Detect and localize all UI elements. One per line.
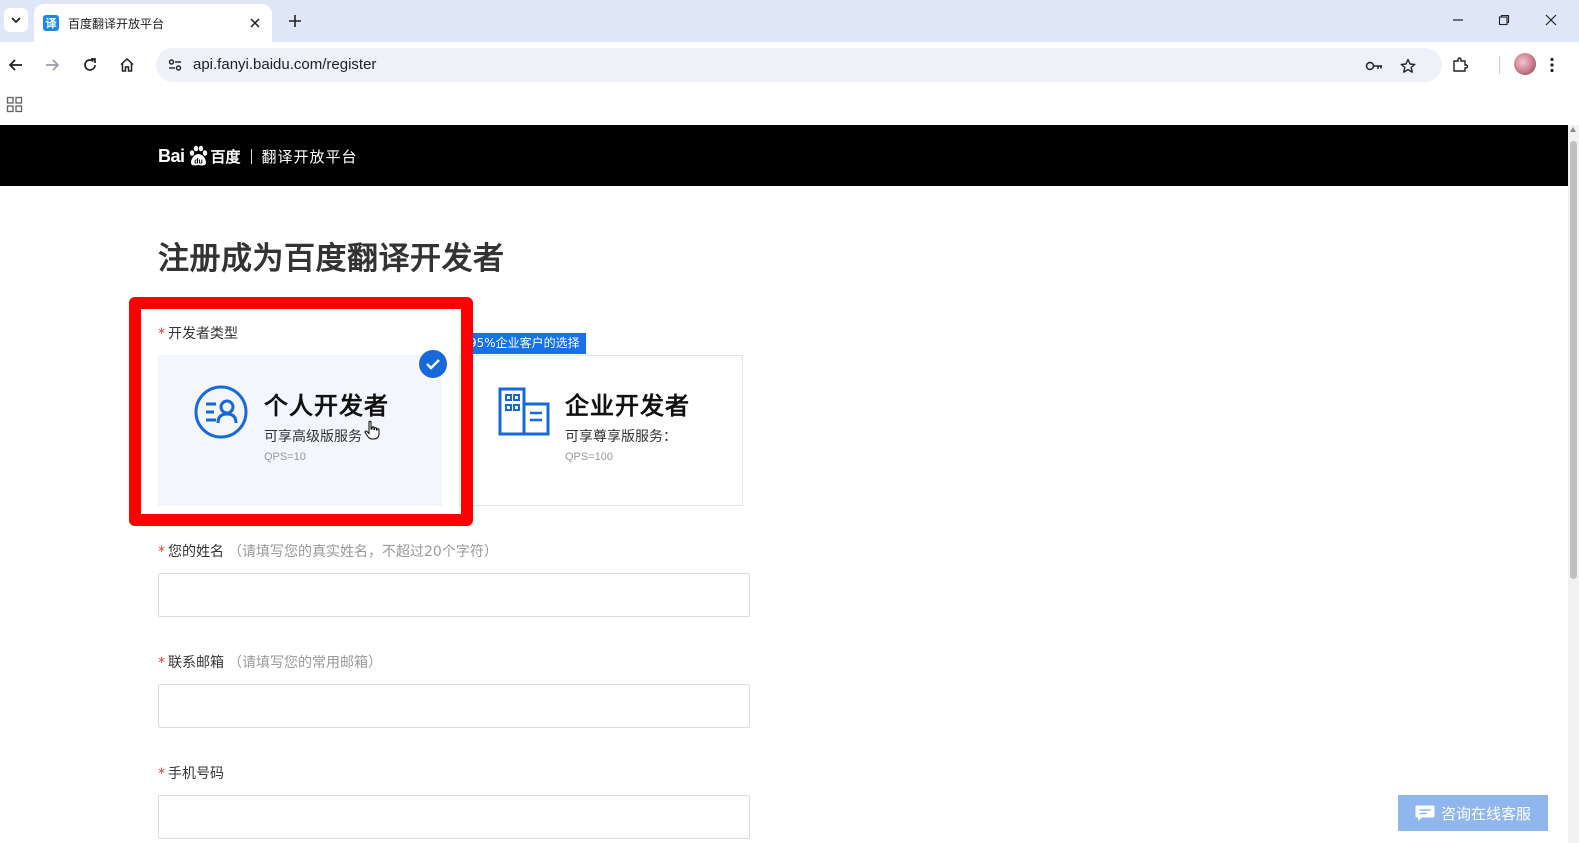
browser-tab-strip: 译 百度翻译开放平台 xyxy=(0,0,1579,42)
tab-favicon: 译 xyxy=(43,15,59,31)
toolbar-divider xyxy=(1499,56,1500,74)
tab-title: 百度翻译开放平台 xyxy=(68,16,165,31)
extensions-button[interactable] xyxy=(1447,52,1473,78)
online-support-label: 咨询在线客服 xyxy=(1440,804,1531,823)
page-scrollbar[interactable] xyxy=(1568,125,1579,843)
personal-developer-icon xyxy=(194,385,248,439)
phone-input[interactable] xyxy=(158,795,750,839)
forward-icon xyxy=(46,59,60,71)
apps-icon[interactable] xyxy=(6,96,24,114)
new-tab-button[interactable] xyxy=(284,10,306,32)
scroll-up-arrow[interactable] xyxy=(1570,127,1576,132)
tab-close-button[interactable] xyxy=(247,15,263,31)
site-header: Bai du 百度 翻译开放平台 xyxy=(0,125,1568,186)
extensions-icon xyxy=(1453,57,1468,72)
email-label-text: 联系邮箱 xyxy=(168,655,224,671)
baidu-paw-icon: du xyxy=(189,145,207,166)
svg-text:du: du xyxy=(194,159,203,166)
site-info-icon xyxy=(168,59,182,71)
phone-label-text: 手机号码 xyxy=(168,766,224,782)
developer-type-label: * 开发者类型 xyxy=(158,323,238,343)
site-info-button[interactable] xyxy=(164,54,186,76)
restore-button[interactable] xyxy=(1490,8,1518,32)
home-button[interactable] xyxy=(114,52,140,78)
online-support-button[interactable]: 咨询在线客服 xyxy=(1398,795,1548,831)
browser-menu-button[interactable] xyxy=(1539,52,1565,78)
enterprise-developer-card[interactable]: 企业开发者 可享尊享版服务： QPS=100 xyxy=(459,355,743,506)
forward-button[interactable] xyxy=(39,52,65,78)
enterprise-recommend-tag: 95%企业客户的选择 xyxy=(466,333,586,354)
plus-icon xyxy=(289,15,301,27)
personal-developer-title: 个人开发者 xyxy=(264,392,389,420)
star-icon xyxy=(1400,58,1416,73)
selected-check-badge xyxy=(417,348,449,380)
bookmark-star-button[interactable] xyxy=(1397,55,1419,77)
page-title: 注册成为百度翻译开发者 xyxy=(158,241,505,277)
name-hint: （请填写您的真实姓名，不超过20个字符） xyxy=(228,544,498,560)
reload-icon xyxy=(84,58,96,71)
enterprise-building-icon xyxy=(498,387,550,436)
phone-label: * 手机号码 xyxy=(158,763,224,783)
chat-bubble-icon xyxy=(1415,805,1435,821)
name-label-text: 您的姓名 xyxy=(168,544,224,560)
password-key-icon xyxy=(1365,61,1382,71)
address-bar[interactable]: api.fanyi.baidu.com/register xyxy=(156,48,1442,82)
email-input[interactable] xyxy=(158,684,750,728)
logo-separator xyxy=(250,148,252,164)
logo-bai-text: Bai xyxy=(158,145,185,166)
minimize-button[interactable] xyxy=(1444,8,1472,32)
back-icon xyxy=(8,59,22,71)
close-icon xyxy=(1545,14,1557,26)
browser-tab[interactable]: 译 百度翻译开放平台 xyxy=(34,4,272,42)
enterprise-developer-desc: 可享尊享版服务： xyxy=(565,429,677,445)
enterprise-developer-qps: QPS=100 xyxy=(565,451,614,463)
required-mark: * xyxy=(158,655,165,671)
email-label: * 联系邮箱 （请填写您的常用邮箱） xyxy=(158,652,382,672)
email-hint: （请填写您的常用邮箱） xyxy=(228,655,382,671)
back-button[interactable] xyxy=(3,52,29,78)
home-icon xyxy=(120,57,134,72)
tab-list-icon xyxy=(11,17,21,24)
baidu-translate-logo[interactable]: Bai du 百度 翻译开放平台 xyxy=(158,142,358,170)
minimize-icon xyxy=(1453,19,1463,21)
personal-developer-card[interactable]: 个人开发者 可享高级版服务 QPS=10 xyxy=(158,355,442,506)
personal-developer-desc: 可享高级版服务 xyxy=(264,429,362,445)
password-manager-button[interactable] xyxy=(1363,55,1385,77)
menu-icon xyxy=(1550,57,1554,73)
required-mark: * xyxy=(158,766,165,782)
required-mark: * xyxy=(158,326,165,342)
name-label: * 您的姓名 （请填写您的真实姓名，不超过20个字符） xyxy=(158,541,498,561)
personal-developer-qps: QPS=10 xyxy=(264,451,306,463)
scroll-thumb[interactable] xyxy=(1570,141,1577,579)
bookmarks-bar xyxy=(0,88,1579,125)
profile-avatar[interactable] xyxy=(1514,53,1536,75)
hand-pointer-cursor xyxy=(364,420,380,440)
tab-list-button[interactable] xyxy=(4,8,28,32)
browser-toolbar: api.fanyi.baidu.com/register xyxy=(0,42,1579,88)
close-window-button[interactable] xyxy=(1537,8,1565,32)
platform-name: 翻译开放平台 xyxy=(261,147,358,166)
developer-type-label-text: 开发者类型 xyxy=(168,326,238,342)
url-text: api.fanyi.baidu.com/register xyxy=(193,56,377,73)
enterprise-developer-title: 企业开发者 xyxy=(565,392,690,420)
name-input[interactable] xyxy=(158,573,750,617)
restore-icon xyxy=(1498,14,1510,26)
reload-button[interactable] xyxy=(77,52,103,78)
register-page: Bai du 百度 翻译开放平台 注册成为百度翻译开发者 * 开发者类型 个人开发… xyxy=(0,125,1568,843)
check-icon xyxy=(426,359,440,370)
logo-baidu-cn: 百度 xyxy=(210,147,241,166)
required-mark: * xyxy=(158,544,165,560)
close-icon xyxy=(250,18,260,28)
